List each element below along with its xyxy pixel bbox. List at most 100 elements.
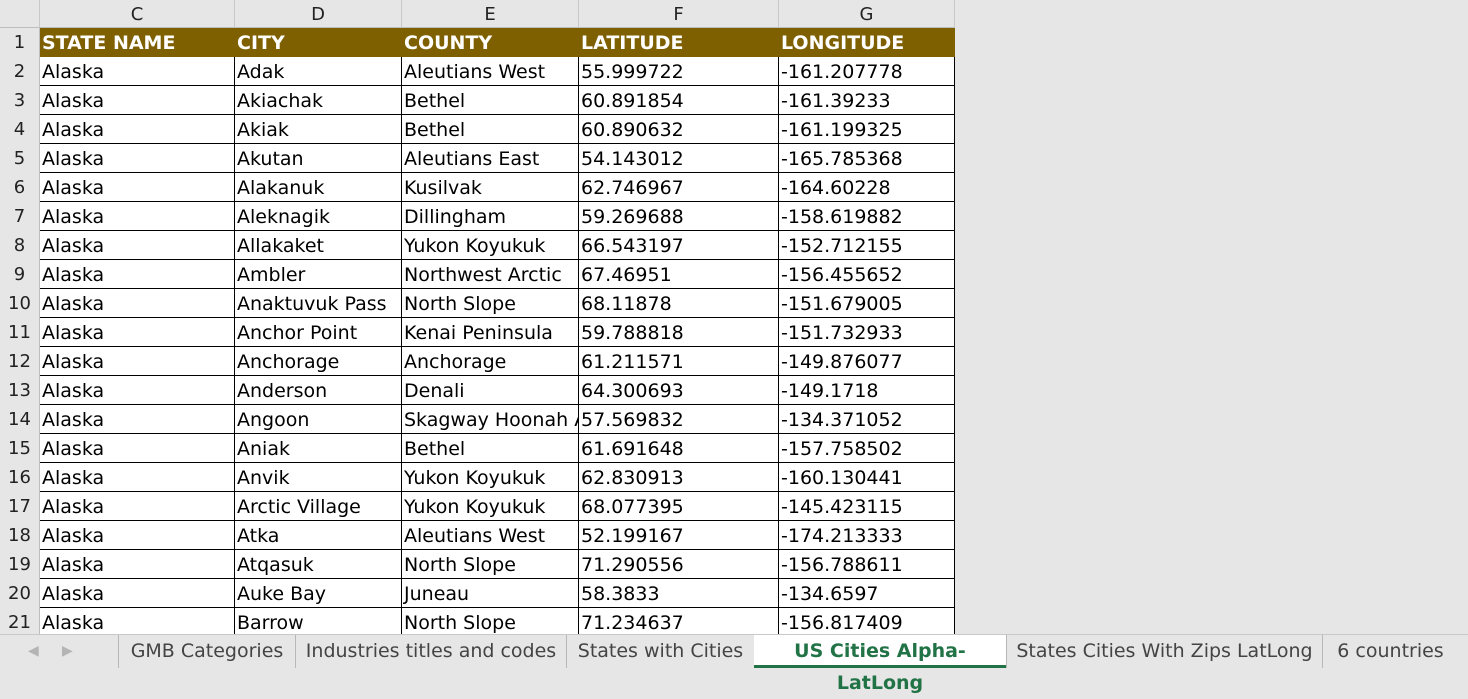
table-cell[interactable]: Northwest Arctic [402,260,579,289]
table-cell[interactable]: -152.712155 [779,231,955,260]
table-cell[interactable]: Anchorage [235,347,402,376]
row-header[interactable]: 9 [0,260,40,289]
table-cell[interactable]: Aleutians West [402,521,579,550]
table-cell[interactable]: -161.199325 [779,115,955,144]
table-cell[interactable]: Alaska [40,521,235,550]
table-cell[interactable]: 66.543197 [579,231,779,260]
table-cell[interactable]: 60.890632 [579,115,779,144]
table-cell[interactable]: 61.691648 [579,434,779,463]
table-cell[interactable]: 55.999722 [579,57,779,86]
table-cell[interactable]: Anchorage [402,347,579,376]
table-cell[interactable]: -165.785368 [779,144,955,173]
table-cell[interactable]: 62.830913 [579,463,779,492]
table-cell[interactable]: Alaska [40,86,235,115]
table-cell[interactable]: -149.1718 [779,376,955,405]
select-all-corner[interactable] [0,0,40,28]
column-header-g[interactable]: G [779,0,955,28]
row-header[interactable]: 4 [0,115,40,144]
table-cell[interactable]: 60.891854 [579,86,779,115]
sheet-tab[interactable]: GMB Categories [118,635,295,668]
table-cell[interactable]: Barrow [235,608,402,637]
sheet-tab[interactable]: 6 countries [1322,635,1458,668]
header-cell[interactable]: LONGITUDE [779,28,955,57]
table-cell[interactable]: Allakaket [235,231,402,260]
row-header[interactable]: 1 [0,28,40,57]
table-cell[interactable]: -158.619882 [779,202,955,231]
table-cell[interactable]: North Slope [402,550,579,579]
table-cell[interactable]: Alaska [40,463,235,492]
row-header[interactable]: 19 [0,550,40,579]
table-cell[interactable]: Alaska [40,347,235,376]
table-cell[interactable]: North Slope [402,608,579,637]
table-cell[interactable]: -160.130441 [779,463,955,492]
table-cell[interactable]: Anderson [235,376,402,405]
table-cell[interactable]: Alaska [40,550,235,579]
table-cell[interactable]: Alaska [40,579,235,608]
table-cell[interactable]: -156.455652 [779,260,955,289]
table-cell[interactable]: Alaska [40,608,235,637]
table-cell[interactable]: -134.6597 [779,579,955,608]
table-cell[interactable]: 61.211571 [579,347,779,376]
column-header-e[interactable]: E [402,0,579,28]
chevron-left-icon[interactable]: ◀ [28,643,39,659]
header-cell[interactable]: CITY [235,28,402,57]
row-header[interactable]: 16 [0,463,40,492]
table-cell[interactable]: 68.077395 [579,492,779,521]
table-cell[interactable]: Alaska [40,289,235,318]
table-cell[interactable]: Aleknagik [235,202,402,231]
table-cell[interactable]: Alaska [40,376,235,405]
table-cell[interactable]: Dillingham [402,202,579,231]
table-cell[interactable]: Yukon Koyukuk [402,492,579,521]
table-cell[interactable]: 67.46951 [579,260,779,289]
table-cell[interactable]: Angoon [235,405,402,434]
row-header[interactable]: 2 [0,57,40,86]
row-header[interactable]: 8 [0,231,40,260]
column-header-c[interactable]: C [40,0,235,28]
table-cell[interactable]: Atka [235,521,402,550]
table-cell[interactable]: Anchor Point [235,318,402,347]
table-cell[interactable]: -149.876077 [779,347,955,376]
table-cell[interactable]: Alaska [40,492,235,521]
sheet-tab[interactable]: States with Cities [566,635,754,668]
row-header[interactable]: 10 [0,289,40,318]
table-cell[interactable]: 68.11878 [579,289,779,318]
table-cell[interactable]: Alaska [40,173,235,202]
table-cell[interactable]: -161.207778 [779,57,955,86]
table-cell[interactable]: 54.143012 [579,144,779,173]
table-cell[interactable]: Alaska [40,405,235,434]
table-cell[interactable]: Alaska [40,318,235,347]
table-cell[interactable]: Skagway Hoonah A [402,405,587,434]
table-cell[interactable]: -145.423115 [779,492,955,521]
chevron-right-icon[interactable]: ▶ [62,643,73,659]
table-cell[interactable]: 62.746967 [579,173,779,202]
row-header[interactable]: 17 [0,492,40,521]
column-header-f[interactable]: F [579,0,779,28]
table-cell[interactable]: Bethel [402,86,579,115]
row-header[interactable]: 21 [0,608,40,637]
table-cell[interactable]: -157.758502 [779,434,955,463]
table-cell[interactable]: Yukon Koyukuk [402,463,579,492]
table-cell[interactable]: Alaska [40,202,235,231]
table-cell[interactable]: 71.234637 [579,608,779,637]
table-cell[interactable]: 59.788818 [579,318,779,347]
table-cell[interactable]: Adak [235,57,402,86]
row-header[interactable]: 20 [0,579,40,608]
table-cell[interactable]: North Slope [402,289,579,318]
table-cell[interactable]: Alaska [40,434,235,463]
table-cell[interactable]: 71.290556 [579,550,779,579]
table-cell[interactable]: Bethel [402,115,579,144]
table-cell[interactable]: Kenai Peninsula [402,318,579,347]
table-cell[interactable]: -151.679005 [779,289,955,318]
table-cell[interactable]: Bethel [402,434,579,463]
table-cell[interactable]: Akiachak [235,86,402,115]
table-cell[interactable]: Atqasuk [235,550,402,579]
header-cell[interactable]: COUNTY [402,28,579,57]
row-header[interactable]: 12 [0,347,40,376]
table-cell[interactable]: Alaska [40,115,235,144]
table-cell[interactable]: Alaska [40,260,235,289]
row-header[interactable]: 3 [0,86,40,115]
table-cell[interactable]: Arctic Village [235,492,402,521]
table-cell[interactable]: Anaktuvuk Pass [235,289,402,318]
table-cell[interactable]: 58.3833 [579,579,779,608]
table-cell[interactable]: Aleutians West [402,57,579,86]
